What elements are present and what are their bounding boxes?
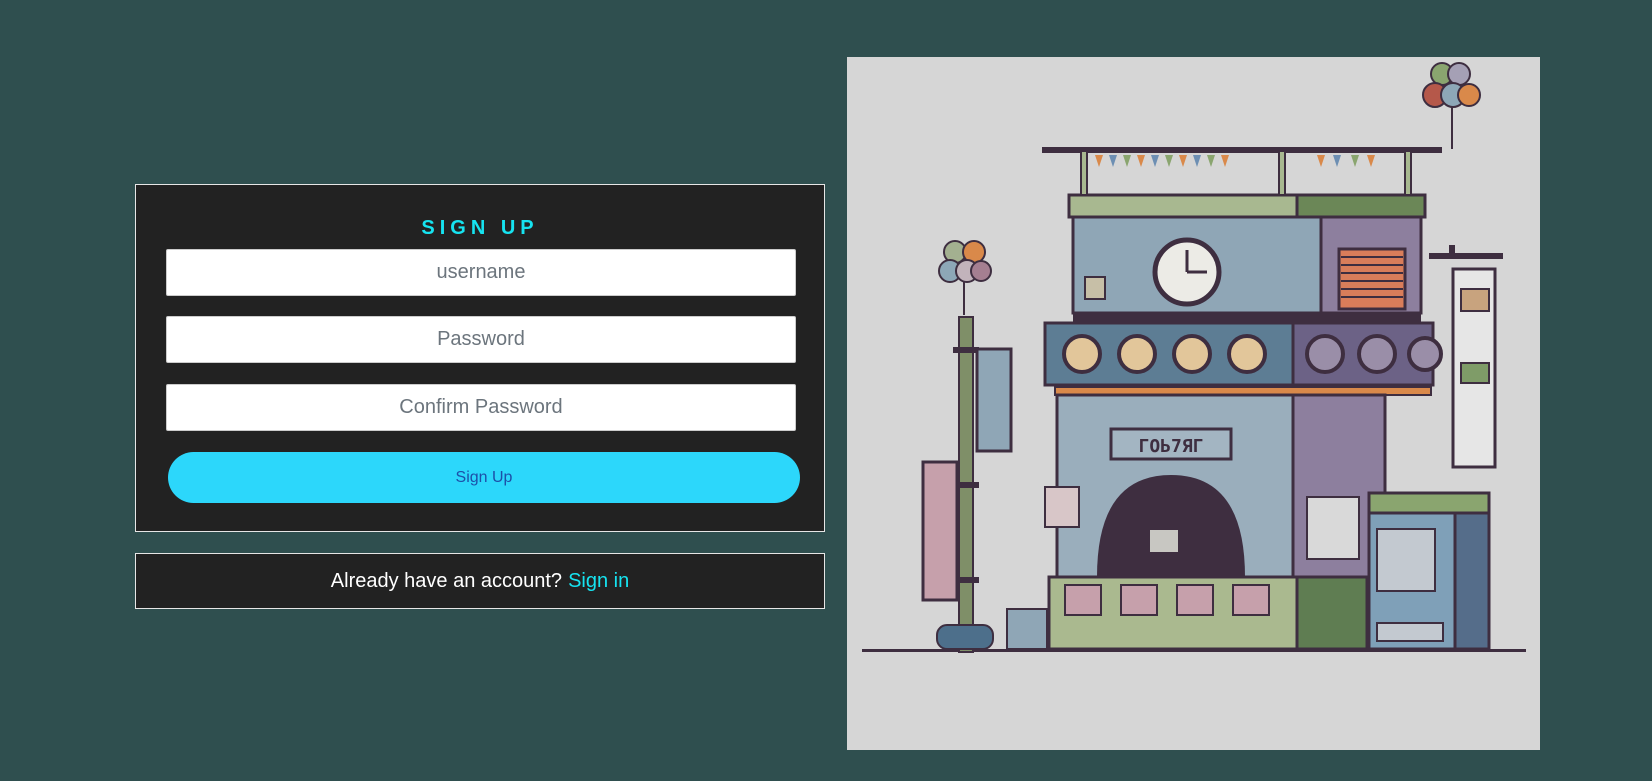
confirm-password-input[interactable] xyxy=(166,384,796,431)
signup-card: SIGN UP Sign Up xyxy=(135,184,825,532)
pixel-art-shop-image: ГОЬ7ЯГ xyxy=(862,62,1526,653)
username-input[interactable] xyxy=(166,249,796,296)
password-input[interactable] xyxy=(166,316,796,363)
shop-illustration: ГОЬ7ЯГ xyxy=(847,57,1540,750)
signup-title: SIGN UP xyxy=(421,217,539,239)
signin-card: Already have an account? Sign in xyxy=(135,553,825,609)
shop-sign: ГОЬ7ЯГ xyxy=(1138,436,1203,457)
signin-link[interactable]: Sign in xyxy=(568,570,629,593)
signup-button[interactable]: Sign Up xyxy=(168,452,800,503)
signin-prompt: Already have an account? xyxy=(330,569,563,592)
